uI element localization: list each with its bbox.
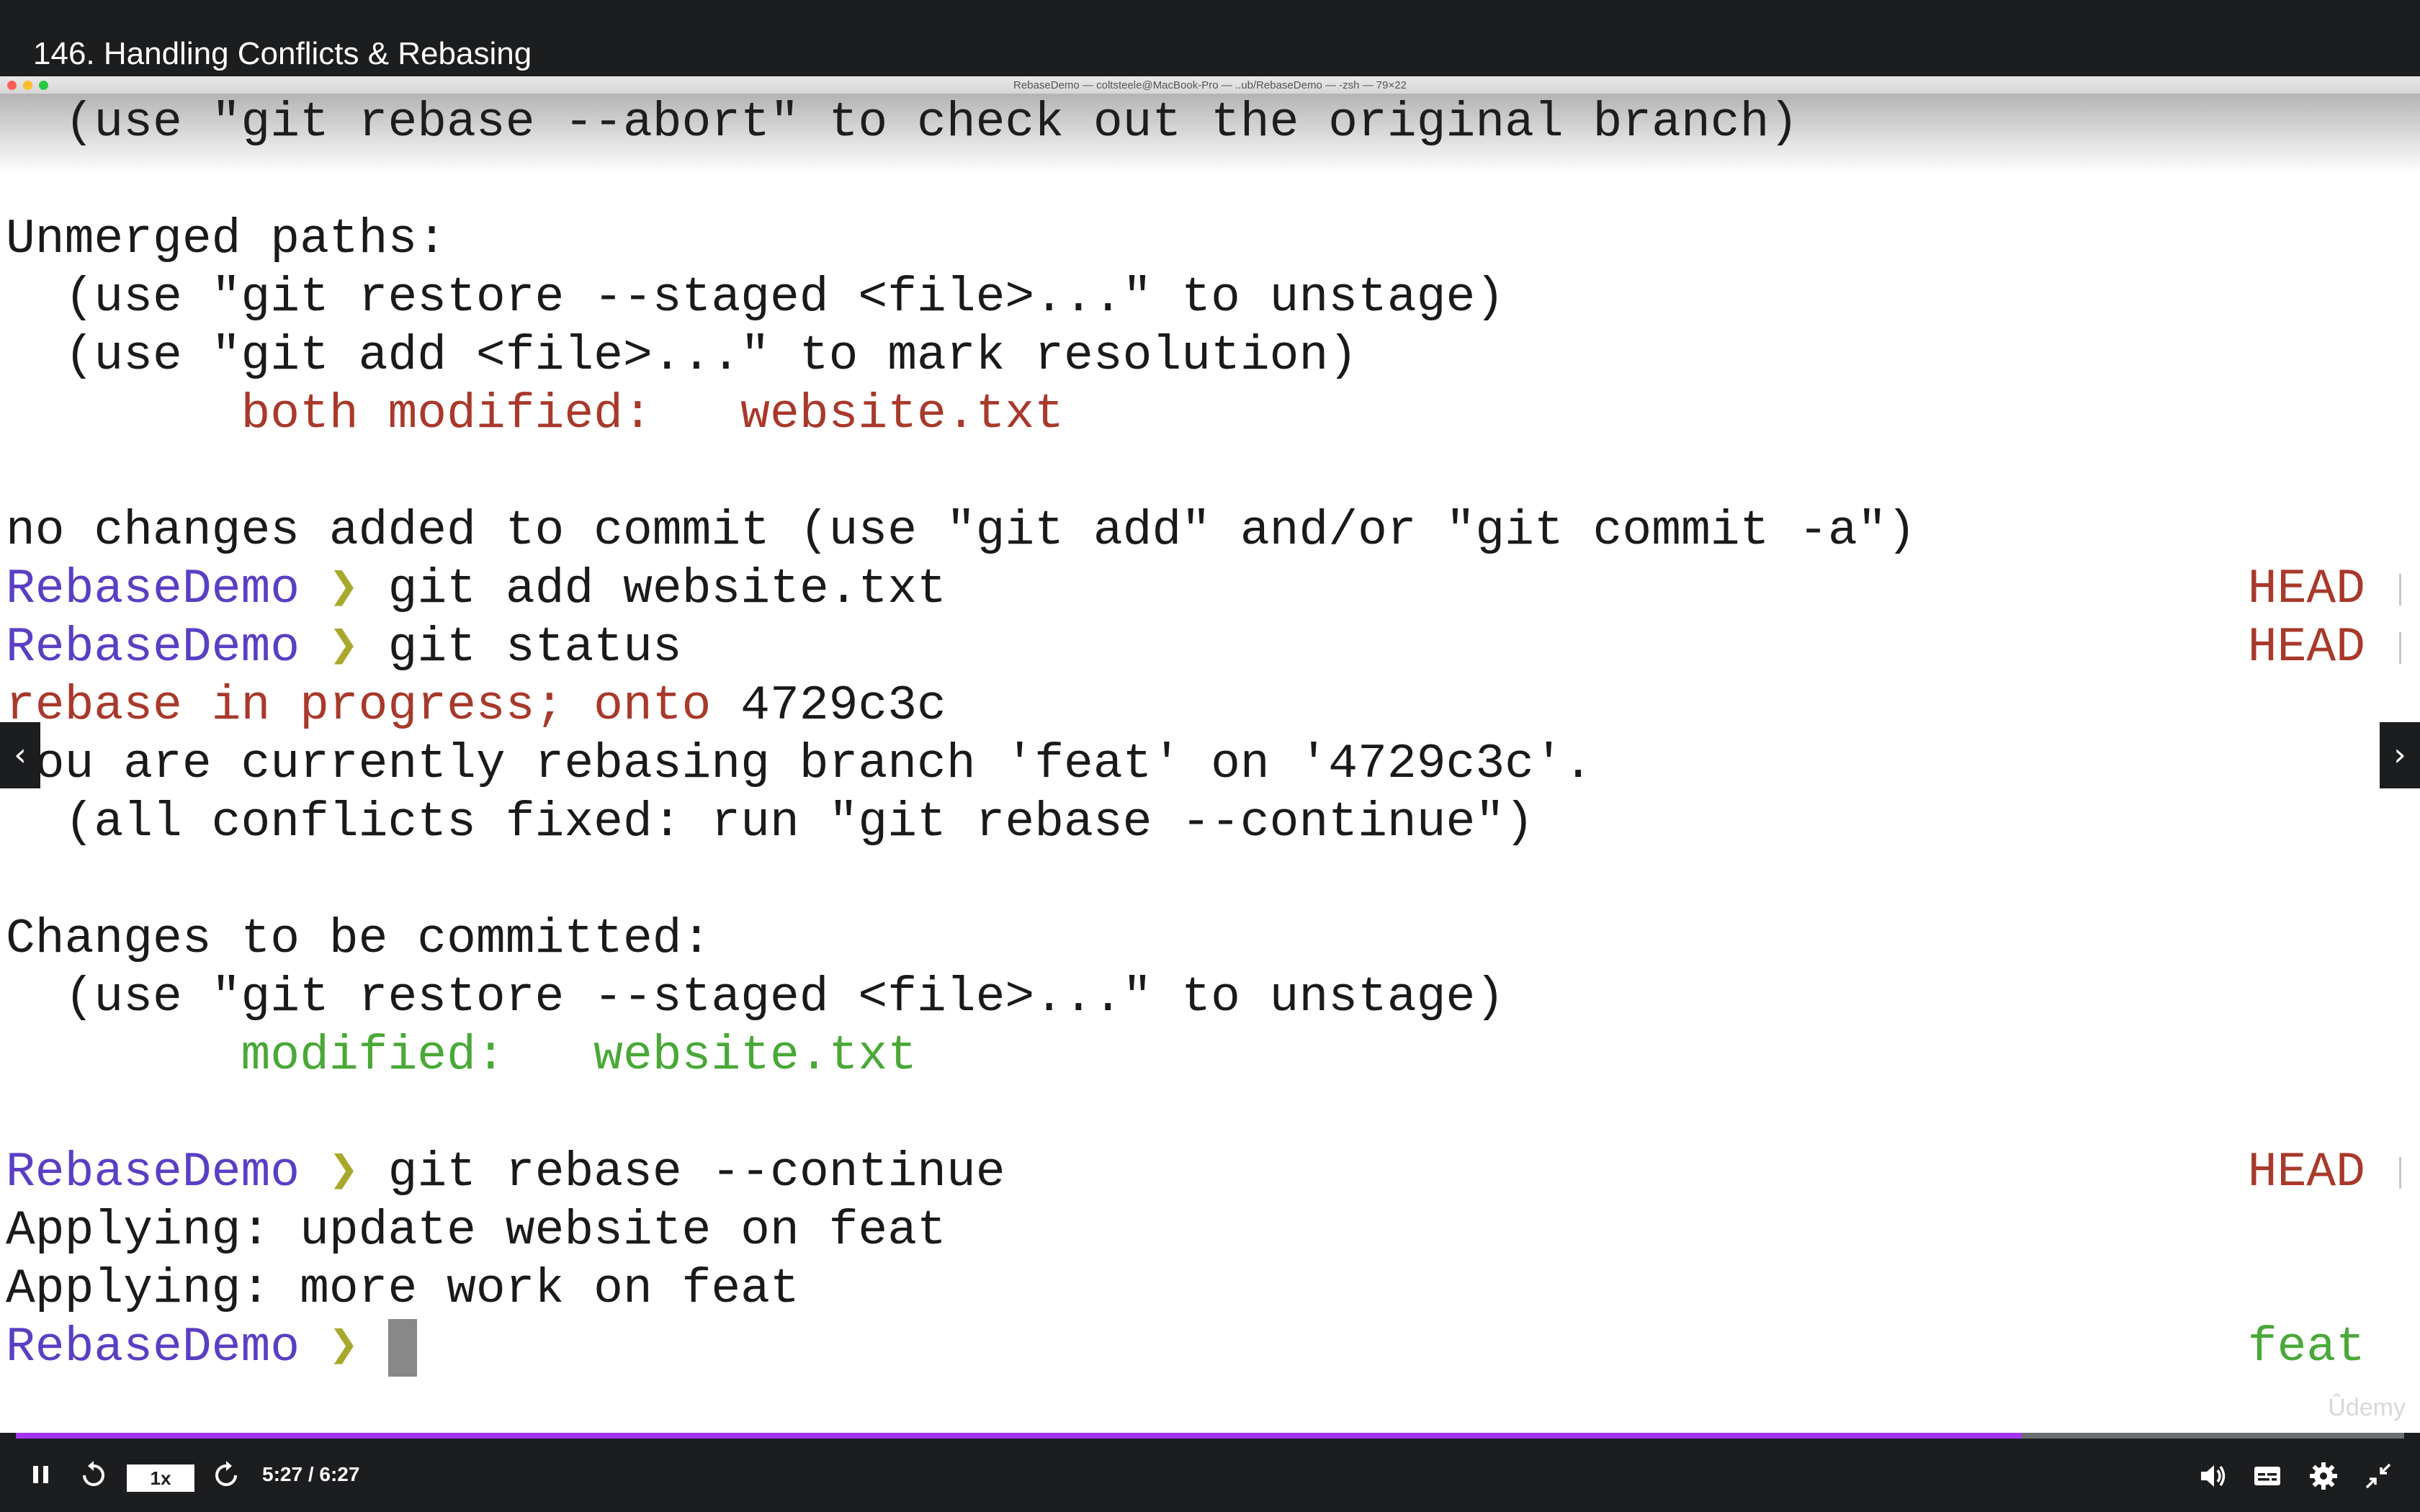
prompt-separator — [2399, 1157, 2401, 1189]
progress-fill — [16, 1433, 2022, 1439]
player-controls: 1x 5:27 / 6:27 — [0, 1433, 2420, 1512]
captions-button[interactable] — [2251, 1460, 2283, 1495]
next-lecture-button[interactable]: › — [2380, 722, 2420, 788]
command-text: git add website.txt — [387, 562, 946, 617]
prompt-symbol: ❯ — [328, 1320, 359, 1375]
prev-arrow-icon: ‹ — [14, 737, 27, 773]
prompt-line: RebaseDemo ❯ — [6, 1319, 417, 1377]
settings-icon — [2310, 1462, 2337, 1490]
terminal-line: Applying: update website on feat — [6, 1203, 946, 1259]
forward-button[interactable] — [210, 1459, 242, 1493]
time-readout: 5:27 / 6:27 — [262, 1463, 360, 1485]
udemy-watermark: Ûdemy — [2328, 1394, 2406, 1421]
prompt-line: RebaseDemo ❯ git status — [6, 619, 682, 677]
volume-button[interactable] — [2197, 1460, 2228, 1495]
rebase-status: rebase in progress; onto — [6, 678, 712, 734]
terminal-line: no changes added to commit (use "git add… — [6, 503, 1917, 559]
terminal-line: (use "git rebase --abort" to check out t… — [6, 95, 1799, 150]
branch-indicator: HEAD — [2247, 620, 2365, 675]
settings-button[interactable] — [2308, 1460, 2339, 1495]
prompt-line: RebaseDemo ❯ git add website.txt — [6, 561, 946, 618]
terminal-cursor — [387, 1319, 417, 1377]
terminal-line: (use "git restore --staged <file>..." to… — [6, 970, 1505, 1025]
prompt-symbol: ❯ — [328, 562, 359, 617]
terminal-line: Changes to be committed: — [6, 912, 712, 967]
video-title: 146. Handling Conflicts & Rebasing — [33, 36, 532, 71]
prompt-separator — [2399, 574, 2401, 606]
prompt-dir: RebaseDemo — [6, 1145, 300, 1200]
prompt-dir: RebaseDemo — [6, 620, 300, 675]
prompt-line: RebaseDemo ❯ git rebase --continue — [6, 1144, 1005, 1202]
terminal-content[interactable]: (use "git rebase --abort" to check out t… — [0, 94, 2420, 1434]
command-text: git rebase --continue — [387, 1145, 1005, 1200]
fullscreen-exit-icon — [2365, 1463, 2391, 1489]
playback-speed-button[interactable]: 1x — [127, 1464, 194, 1492]
commit-hash: 4729c3c — [740, 678, 946, 734]
terminal-line: rebase in progress; onto 4729c3c — [6, 678, 946, 735]
prompt-dir: RebaseDemo — [6, 562, 300, 617]
terminal-line: (use "git add <file>..." to mark resolut… — [6, 328, 1358, 384]
prompt-dir: RebaseDemo — [6, 1320, 300, 1375]
terminal-line: modified: website.txt — [6, 1028, 918, 1084]
terminal-line: (all conflicts fixed: run "git rebase --… — [6, 795, 1534, 850]
prompt-separator — [2399, 632, 2401, 664]
terminal-line: Applying: more work on feat — [6, 1261, 799, 1317]
terminal-window-title: RebaseDemo — coltsteele@MacBook-Pro — ..… — [1013, 79, 1407, 91]
terminal-line: Unmerged paths: — [6, 212, 447, 267]
terminal-line: both modified: website.txt — [6, 387, 1065, 442]
terminal-titlebar: RebaseDemo — coltsteele@MacBook-Pro — ..… — [0, 76, 2420, 94]
forward-icon — [215, 1461, 237, 1486]
prompt-symbol: ❯ — [328, 620, 359, 675]
command-text: git status — [387, 620, 682, 675]
branch-indicator: feat — [2247, 1320, 2365, 1375]
next-arrow-icon: › — [2393, 737, 2406, 773]
exit-fullscreen-button[interactable] — [2362, 1460, 2394, 1495]
prompt-symbol: ❯ — [328, 1145, 359, 1200]
pause-button[interactable] — [29, 1460, 53, 1492]
pause-icon — [33, 1466, 48, 1483]
progress-bar[interactable] — [16, 1433, 2404, 1439]
captions-icon — [2254, 1467, 2280, 1485]
volume-icon — [2201, 1465, 2226, 1487]
rewind-icon — [83, 1461, 104, 1486]
rewind-button[interactable] — [78, 1459, 109, 1493]
prev-lecture-button[interactable]: ‹ — [0, 722, 40, 788]
branch-indicator: HEAD — [2247, 562, 2365, 617]
terminal-line: (use "git restore --staged <file>..." to… — [6, 270, 1505, 325]
branch-indicator: HEAD — [2247, 1145, 2365, 1200]
terminal-line: You are currently rebasing branch 'feat'… — [6, 737, 1593, 792]
